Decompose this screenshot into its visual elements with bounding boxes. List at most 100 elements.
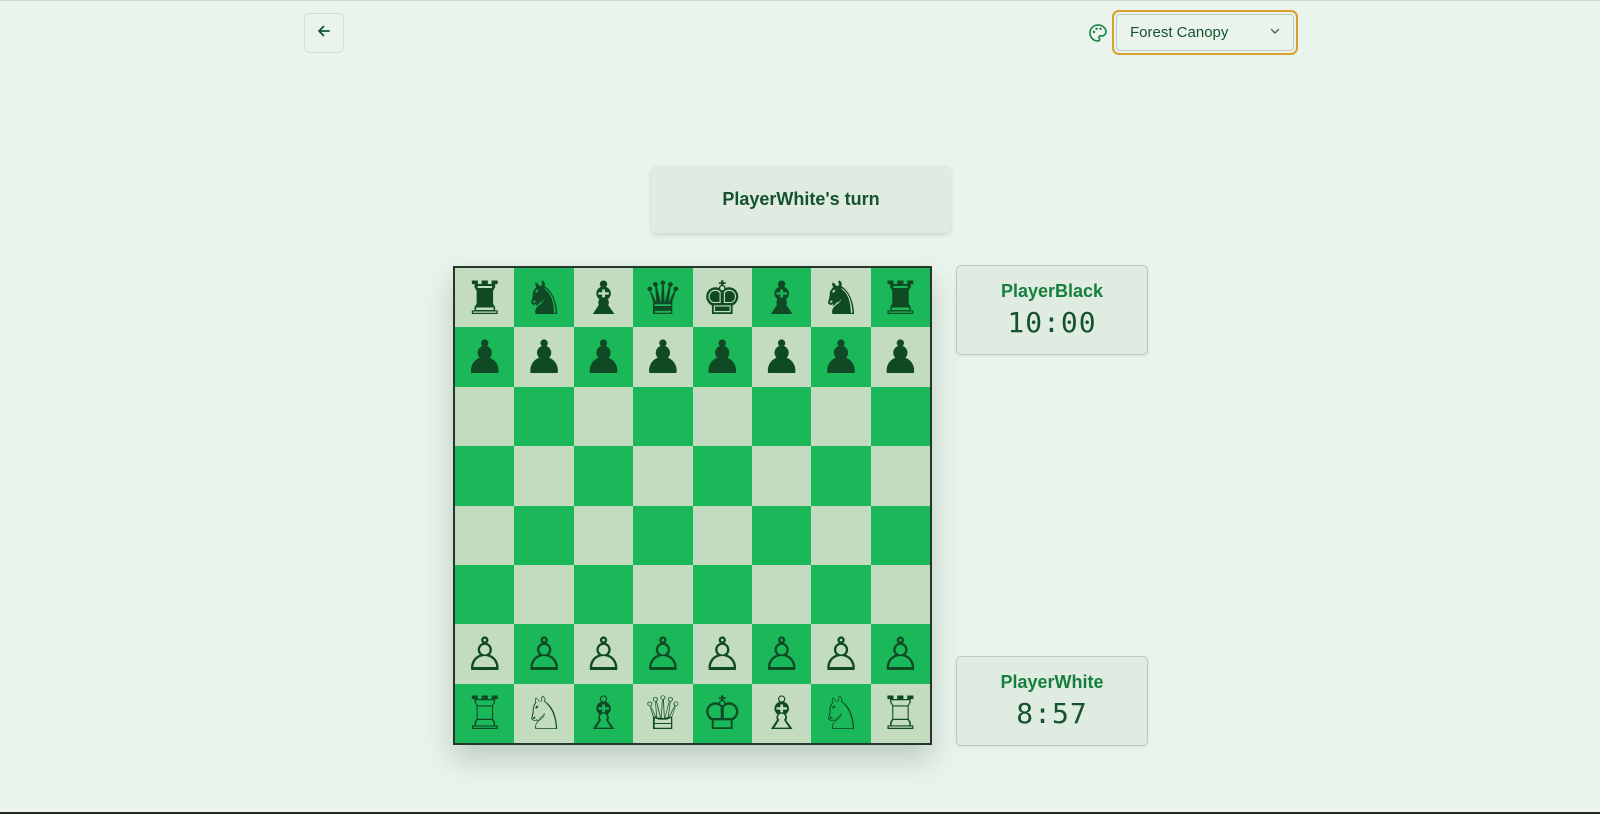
- square-e4[interactable]: [692, 505, 752, 565]
- player-white-clock: PlayerWhite 8:57: [956, 656, 1148, 746]
- square-f5[interactable]: [751, 446, 812, 506]
- chess-piece[interactable]: ♙: [464, 631, 505, 677]
- square-b4[interactable]: [514, 505, 574, 565]
- chess-piece[interactable]: ♔: [702, 690, 743, 736]
- square-e6[interactable]: [692, 386, 752, 447]
- square-a4[interactable]: [455, 505, 515, 565]
- square-e2[interactable]: ♙: [692, 624, 752, 684]
- square-h3[interactable]: [870, 564, 930, 625]
- chess-piece[interactable]: ♚: [702, 275, 743, 321]
- square-h5[interactable]: [870, 446, 930, 506]
- chess-piece[interactable]: ♕: [642, 690, 683, 736]
- square-e1[interactable]: ♔: [692, 683, 752, 743]
- chess-piece[interactable]: ♟: [820, 334, 861, 380]
- chess-piece[interactable]: ♟: [880, 334, 921, 380]
- square-d2[interactable]: ♙: [633, 624, 693, 684]
- square-b2[interactable]: ♙: [514, 624, 574, 684]
- square-d1[interactable]: ♕: [633, 683, 693, 743]
- square-c4[interactable]: [573, 505, 634, 565]
- square-e5[interactable]: [692, 446, 752, 506]
- square-a5[interactable]: [455, 446, 515, 506]
- chess-piece[interactable]: ♜: [880, 275, 921, 321]
- back-button[interactable]: [304, 13, 344, 53]
- chess-piece[interactable]: ♗: [583, 690, 624, 736]
- square-c2[interactable]: ♙: [573, 624, 634, 684]
- square-a7[interactable]: ♟: [455, 327, 515, 387]
- square-g6[interactable]: [811, 386, 871, 447]
- square-g4[interactable]: [811, 505, 871, 565]
- square-h8[interactable]: ♜: [870, 268, 930, 328]
- square-g5[interactable]: [811, 446, 871, 506]
- square-b8[interactable]: ♞: [514, 268, 574, 328]
- square-d4[interactable]: [633, 505, 693, 565]
- square-a2[interactable]: ♙: [455, 624, 515, 684]
- square-g1[interactable]: ♘: [811, 683, 871, 743]
- square-f1[interactable]: ♗: [751, 683, 812, 743]
- square-d3[interactable]: [633, 564, 693, 625]
- square-d6[interactable]: [633, 386, 693, 447]
- chess-piece[interactable]: ♛: [642, 275, 683, 321]
- square-d7[interactable]: ♟: [633, 327, 693, 387]
- square-f7[interactable]: ♟: [751, 327, 812, 387]
- square-d5[interactable]: [633, 446, 693, 506]
- square-f3[interactable]: [751, 564, 812, 625]
- chess-piece[interactable]: ♖: [880, 690, 921, 736]
- square-a8[interactable]: ♜: [455, 268, 515, 328]
- square-f2[interactable]: ♙: [751, 624, 812, 684]
- chess-piece[interactable]: ♘: [820, 690, 861, 736]
- chess-piece[interactable]: ♟: [761, 334, 802, 380]
- chess-piece[interactable]: ♟: [523, 334, 564, 380]
- square-g3[interactable]: [811, 564, 871, 625]
- square-h7[interactable]: ♟: [870, 327, 930, 387]
- chess-piece[interactable]: ♜: [464, 275, 505, 321]
- chess-piece[interactable]: ♝: [583, 275, 624, 321]
- square-c6[interactable]: [573, 386, 634, 447]
- square-c8[interactable]: ♝: [573, 268, 634, 328]
- square-b6[interactable]: [514, 386, 574, 447]
- chess-piece[interactable]: ♙: [702, 631, 743, 677]
- chess-piece[interactable]: ♘: [523, 690, 564, 736]
- chess-piece[interactable]: ♝: [761, 275, 802, 321]
- theme-select-field[interactable]: Forest Canopy: [1116, 14, 1294, 51]
- square-b1[interactable]: ♘: [514, 683, 574, 743]
- square-h6[interactable]: [870, 386, 930, 447]
- square-g7[interactable]: ♟: [811, 327, 871, 387]
- square-a1[interactable]: ♖: [455, 683, 515, 743]
- chess-piece[interactable]: ♞: [523, 275, 564, 321]
- square-g2[interactable]: ♙: [811, 624, 871, 684]
- chess-piece[interactable]: ♙: [761, 631, 802, 677]
- square-c3[interactable]: [573, 564, 634, 625]
- square-b7[interactable]: ♟: [514, 327, 574, 387]
- square-c7[interactable]: ♟: [573, 327, 634, 387]
- chess-piece[interactable]: ♗: [761, 690, 802, 736]
- square-h2[interactable]: ♙: [870, 624, 930, 684]
- chess-piece[interactable]: ♙: [523, 631, 564, 677]
- chess-piece[interactable]: ♖: [464, 690, 505, 736]
- square-b3[interactable]: [514, 564, 574, 625]
- square-b5[interactable]: [514, 446, 574, 506]
- chess-piece[interactable]: ♙: [820, 631, 861, 677]
- square-d8[interactable]: ♛: [633, 268, 693, 328]
- square-e3[interactable]: [692, 564, 752, 625]
- chess-piece[interactable]: ♟: [464, 334, 505, 380]
- square-c5[interactable]: [573, 446, 634, 506]
- square-h4[interactable]: [870, 505, 930, 565]
- square-g8[interactable]: ♞: [811, 268, 871, 328]
- square-c1[interactable]: ♗: [573, 683, 634, 743]
- square-e8[interactable]: ♚: [692, 268, 752, 328]
- chess-piece[interactable]: ♙: [583, 631, 624, 677]
- square-f4[interactable]: [751, 505, 812, 565]
- square-a6[interactable]: [455, 386, 515, 447]
- chess-piece[interactable]: ♙: [880, 631, 921, 677]
- chess-piece[interactable]: ♞: [820, 275, 861, 321]
- chess-piece[interactable]: ♟: [642, 334, 683, 380]
- chess-piece[interactable]: ♙: [642, 631, 683, 677]
- square-e7[interactable]: ♟: [692, 327, 752, 387]
- square-f8[interactable]: ♝: [751, 268, 812, 328]
- square-f6[interactable]: [751, 386, 812, 447]
- chess-piece[interactable]: ♟: [702, 334, 743, 380]
- chess-piece[interactable]: ♟: [583, 334, 624, 380]
- theme-select[interactable]: Forest Canopy: [1112, 10, 1298, 55]
- square-a3[interactable]: [455, 564, 515, 625]
- square-h1[interactable]: ♖: [870, 683, 930, 743]
